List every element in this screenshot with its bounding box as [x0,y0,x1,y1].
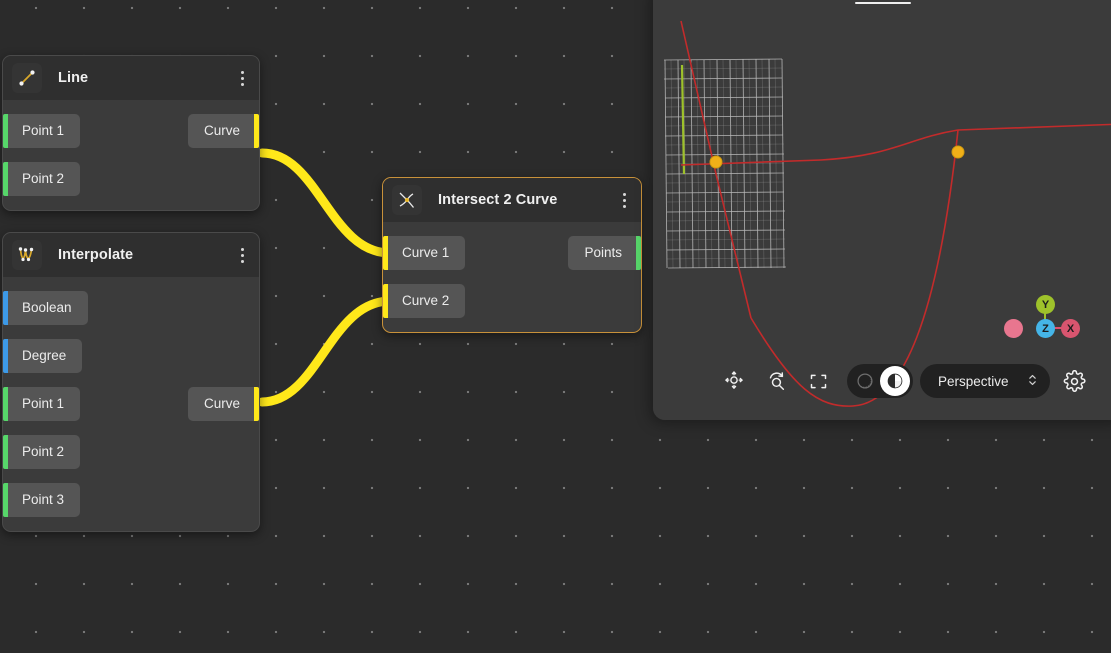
node-interpolate-body: Boolean Degree Point 1 Curve [3,277,259,531]
node-intersect-2-curve[interactable]: Intersect 2 Curve Curve 1 Curve 2 [382,177,642,333]
input-port-label: Point 2 [8,162,80,196]
output-port-curve[interactable]: Curve [188,114,259,148]
input-port-label: Point 1 [8,387,80,421]
node-interpolate-menu-button[interactable] [233,242,251,268]
input-port-point-1[interactable]: Point 1 [3,387,80,421]
input-port-boolean[interactable]: Boolean [3,291,88,325]
window-drag-handle[interactable] [855,0,911,4]
output-port-curve[interactable]: Curve [188,387,259,421]
input-port-curve-1[interactable]: Curve 1 [383,236,465,270]
input-port-label: Point 2 [8,435,80,469]
zoom-reset-icon[interactable] [755,364,797,398]
input-port-curve-2[interactable]: Curve 2 [383,284,465,318]
node-line[interactable]: Line Point 1 Curve [2,55,260,211]
port-nub[interactable] [254,114,259,148]
intersection-point [952,146,964,158]
gear-icon[interactable] [1056,364,1094,398]
node-line-menu-button[interactable] [233,65,251,91]
node-line-title: Line [58,70,233,86]
node-interpolate-header[interactable]: Interpolate [3,233,259,277]
gizmo-z-ball[interactable]: Z [1036,319,1055,338]
wire-line-curve-to-curve1 [262,153,390,253]
input-port-point-2[interactable]: Point 2 [3,162,80,196]
input-port-degree[interactable]: Degree [3,339,82,373]
port-row: Curve 2 Points [383,284,641,318]
input-port-label: Boolean [8,291,88,325]
input-port-label: Degree [8,339,82,373]
input-port-label: Curve 2 [388,284,465,318]
node-line-body: Point 1 Curve Point 2 [3,100,259,210]
projection-mode-select[interactable]: Perspective [920,364,1050,398]
gizmo-z-label: Z [1042,323,1049,335]
input-port-label: Curve 1 [388,236,465,270]
port-nub[interactable] [636,236,641,270]
chevron-updown-icon [1027,372,1038,391]
wireframe-sphere-icon[interactable] [850,366,880,396]
viewport-3d-scene[interactable] [653,0,1111,420]
shaded-sphere-icon[interactable] [880,366,910,396]
output-port-label: Points [568,236,636,270]
output-port-points[interactable]: Points [568,236,641,270]
port-row: Point 1 Curve [3,114,259,148]
port-row: Boolean [3,291,259,325]
gizmo-y-ball[interactable]: Y [1036,295,1055,314]
port-row: Degree [3,339,259,373]
input-port-label: Point 1 [8,114,80,148]
axis-gizmo[interactable]: Y Z X [998,288,1098,348]
viewport-toolbar[interactable]: Perspective [713,364,1094,398]
node-intersect-body: Curve 1 Curve 2 Points [383,222,641,332]
wire-interpolate-curve-to-curve2 [262,301,390,402]
gizmo-neg-x-ball[interactable] [1004,319,1023,338]
node-interpolate-title: Interpolate [58,247,233,263]
shading-mode-toggle-group[interactable] [847,364,913,398]
fit-to-frame-icon[interactable] [797,364,839,398]
projection-mode-value: Perspective [938,374,1009,389]
input-port-label: Point 3 [8,483,80,517]
gizmo-y-label: Y [1042,299,1049,311]
port-row: Point 3 [3,483,259,517]
interpolate-curve-icon [12,240,42,270]
node-intersect-menu-button[interactable] [615,187,633,213]
app-root: Line Point 1 Curve [0,0,1111,653]
node-line-header[interactable]: Line [3,56,259,100]
node-intersect-header[interactable]: Intersect 2 Curve [383,178,641,222]
pan-orbit-icon[interactable] [713,364,755,398]
port-row: Point 1 Curve [3,387,259,421]
port-row: Point 2 [3,435,259,469]
curve-intersection-icon [392,185,422,215]
gizmo-x-ball[interactable]: X [1061,319,1080,338]
node-interpolate[interactable]: Interpolate Boolean Degree [2,232,260,532]
input-port-point-3[interactable]: Point 3 [3,483,80,517]
input-port-point-2[interactable]: Point 2 [3,435,80,469]
line-segment-icon [12,63,42,93]
output-port-label: Curve [188,387,254,421]
input-port-point-1[interactable]: Point 1 [3,114,80,148]
node-intersect-title: Intersect 2 Curve [438,192,615,208]
port-row: Point 2 [3,162,259,196]
gizmo-x-label: X [1067,323,1074,335]
port-nub[interactable] [254,387,259,421]
intersection-point [710,156,722,168]
output-port-label: Curve [188,114,254,148]
viewport-panel[interactable]: Y Z X [653,0,1111,420]
